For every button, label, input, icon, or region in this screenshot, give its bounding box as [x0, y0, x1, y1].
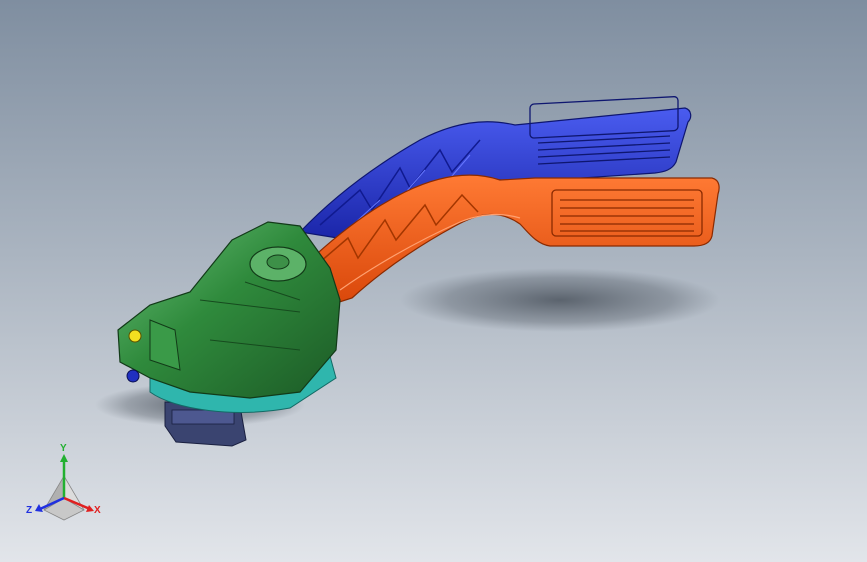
pedal-shadow [400, 268, 720, 332]
y-axis-label: Y [60, 443, 67, 454]
sensor-housing[interactable] [117, 221, 341, 399]
yellow-bolt [128, 329, 142, 343]
z-axis-label: Z [26, 505, 33, 516]
reference-triad[interactable]: Y X Z [22, 443, 106, 526]
graphics-viewport[interactable]: Y X Z [0, 0, 867, 562]
blue-bolt [126, 369, 140, 383]
x-axis-label: X [94, 505, 101, 516]
pedal-assembly-model[interactable] [0, 0, 867, 562]
